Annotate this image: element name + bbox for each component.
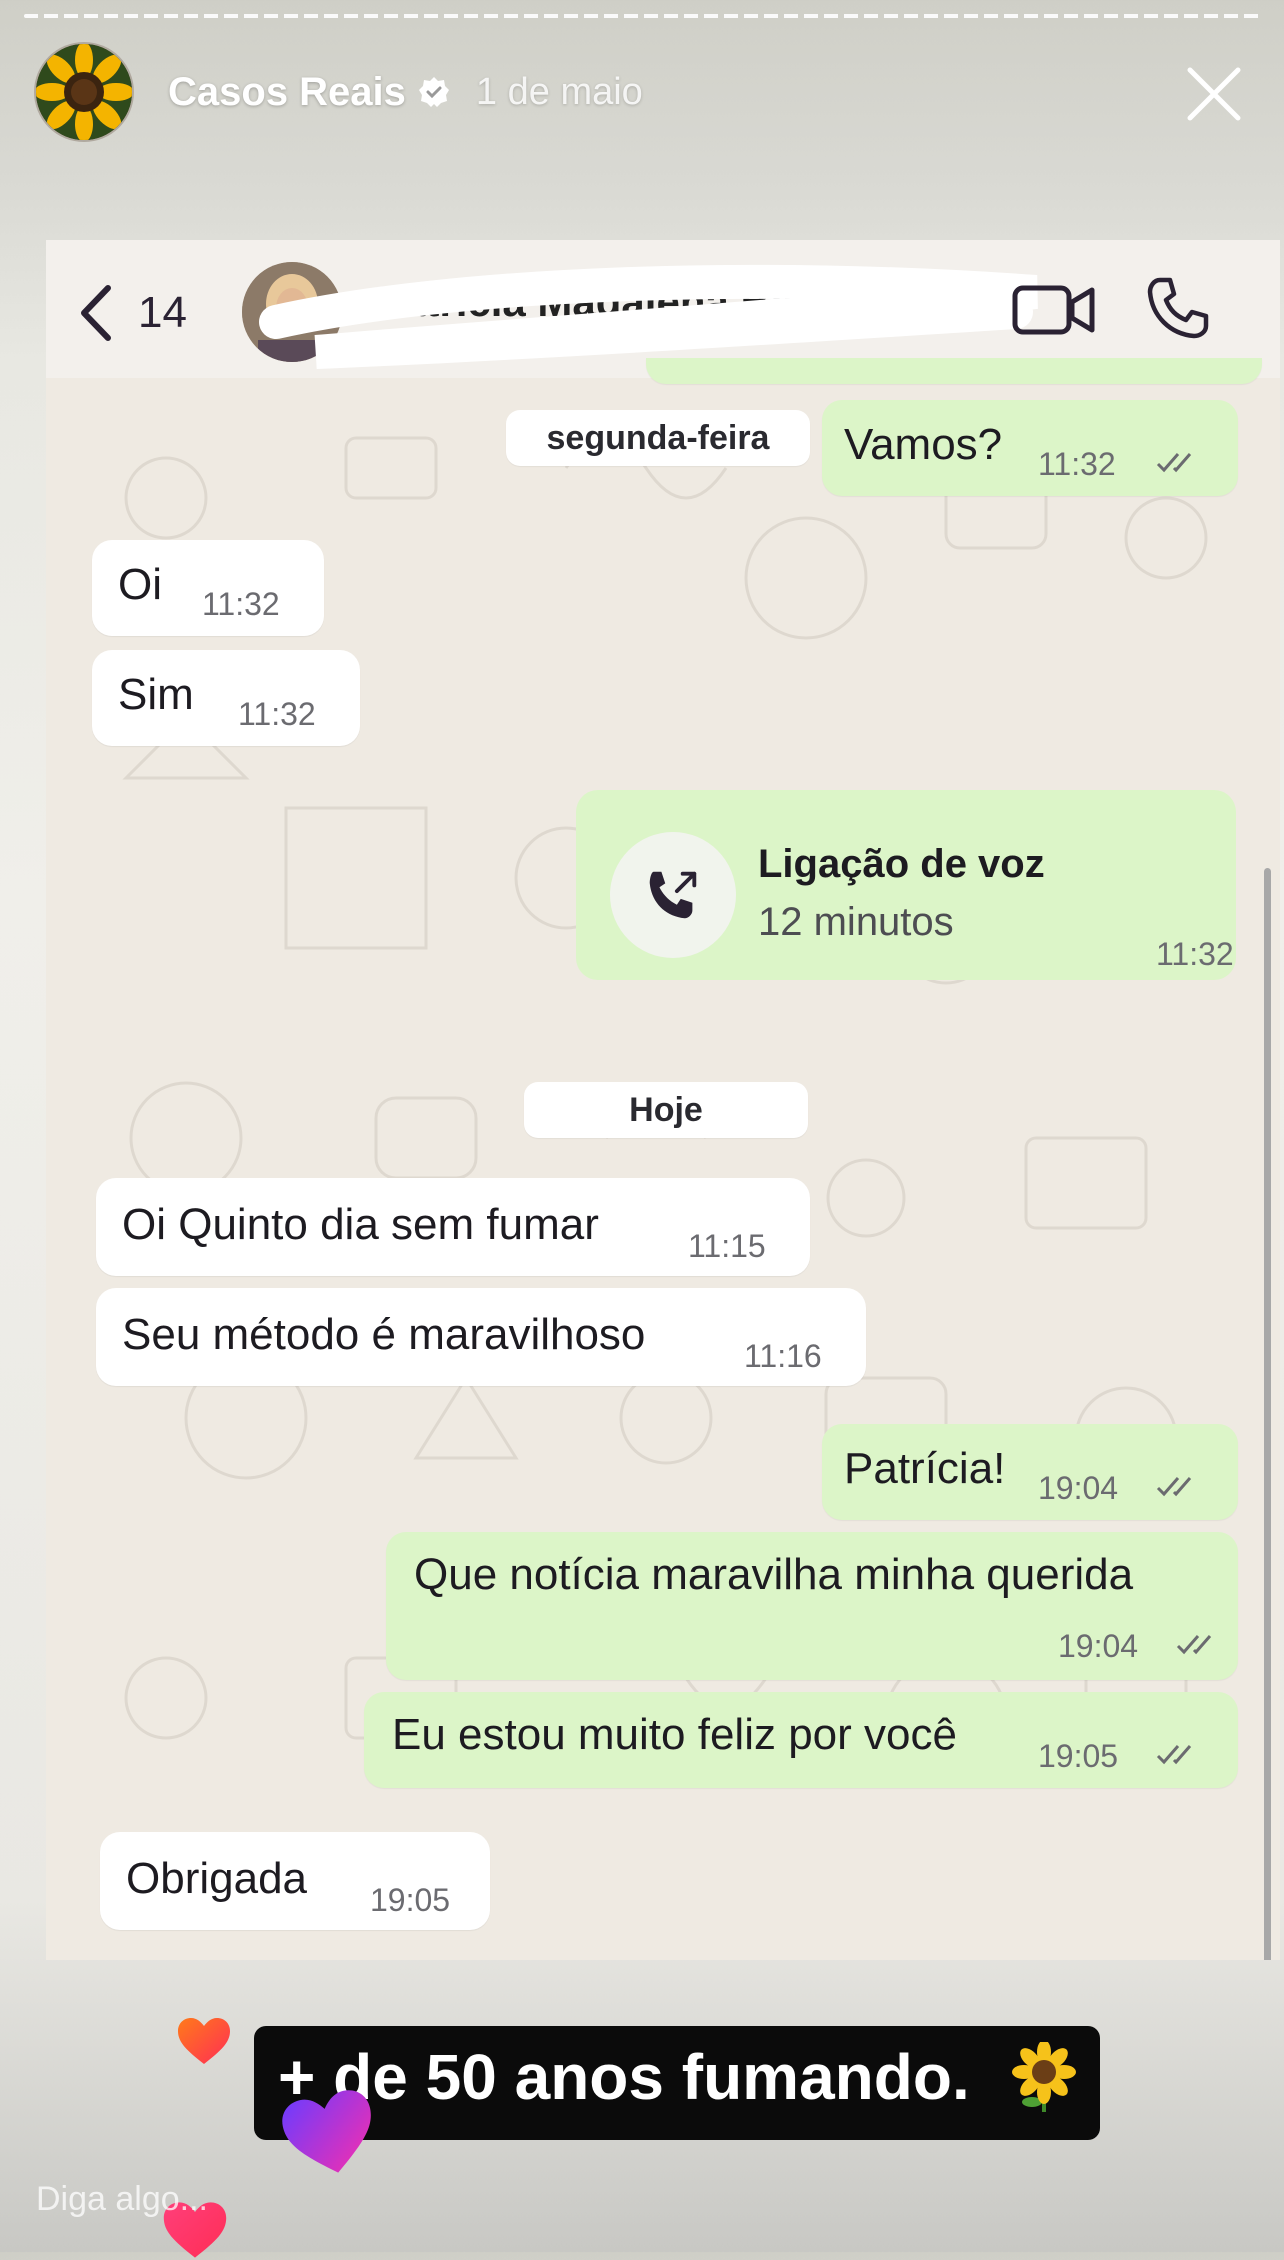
message-text: Oi: [118, 560, 162, 609]
account-name[interactable]: Casos Reais: [168, 70, 406, 115]
video-call-icon[interactable]: [1012, 280, 1096, 340]
message-text: Sim: [118, 670, 194, 719]
reply-input[interactable]: Diga algo...: [36, 2180, 208, 2219]
redaction-scribble: [259, 265, 1038, 369]
message-bubble-outgoing[interactable]: Eu estou muito feliz por você 19:05: [364, 1692, 1238, 1788]
story-progress-bar: [24, 14, 1260, 18]
story-header: Casos Reais 1 de maio: [34, 42, 1250, 142]
message-text: Oi Quinto dia sem fumar: [122, 1200, 599, 1249]
message-bubble-outgoing[interactable]: Vamos? 11:32: [822, 400, 1238, 496]
message-text: Seu método é maravilhoso: [122, 1310, 646, 1359]
message-time: 19:05: [1038, 1738, 1119, 1774]
heart-icon: [282, 2090, 371, 2173]
story-date: 1 de maio: [475, 70, 643, 113]
message-bubble-incoming[interactable]: Obrigada 19:05: [100, 1832, 490, 1930]
heart-icon: [178, 2018, 230, 2064]
message-bubble-incoming[interactable]: Sim 11:32: [92, 650, 360, 746]
message-bubble-outgoing[interactable]: Patrícia! 19:04: [822, 1424, 1238, 1520]
phone-icon[interactable]: [1146, 276, 1210, 340]
outgoing-call-icon: [649, 871, 697, 919]
message-text: Patrícia!: [844, 1444, 1006, 1493]
double-check-icon: [1156, 1477, 1192, 1497]
voice-call-card[interactable]: Ligação de voz 12 minutos 11:32: [576, 790, 1236, 980]
message-text: Que notícia maravilha minha querida: [414, 1550, 1134, 1599]
close-icon[interactable]: [1182, 62, 1246, 126]
sunflower-icon: [36, 44, 132, 140]
call-duration: 12 minutos: [758, 900, 954, 944]
call-title: Ligação de voz: [758, 842, 1045, 886]
message-text: Obrigada: [126, 1854, 308, 1903]
message-time: 19:04: [1038, 1470, 1119, 1506]
call-time: 11:32: [1156, 936, 1234, 972]
chat-screenshot: 14 Patrícia Madalena Barros... segunda-f…: [46, 240, 1280, 1960]
message-bubble-incoming[interactable]: Seu método é maravilhoso 11:16: [96, 1288, 866, 1386]
message-time: 19:05: [370, 1882, 451, 1918]
message-time: 11:32: [1038, 446, 1116, 482]
date-separator: Hoje: [524, 1082, 808, 1138]
double-check-icon: [1176, 1635, 1212, 1655]
message-bubble-outgoing[interactable]: Que notícia maravilha minha querida 19:0…: [386, 1532, 1238, 1680]
verified-badge-icon: [418, 77, 449, 107]
message-time: 11:32: [238, 696, 316, 732]
call-icon-circle: [610, 832, 736, 958]
cropped-message-bubble: [646, 358, 1262, 384]
unread-count[interactable]: 14: [138, 288, 187, 338]
account-avatar[interactable]: [34, 42, 134, 142]
message-time: 11:15: [688, 1228, 766, 1264]
message-bubble-incoming[interactable]: Oi 11:32: [92, 540, 324, 636]
message-time: 19:04: [1058, 1628, 1139, 1664]
chat-scrollbar[interactable]: [1264, 868, 1271, 1960]
double-check-icon: [1156, 1745, 1192, 1765]
message-time: 11:32: [202, 586, 280, 622]
sunflower-icon: [1012, 2042, 1076, 2112]
chevron-left-icon[interactable]: [76, 282, 116, 344]
message-text: Vamos?: [844, 420, 1003, 469]
date-separator: segunda-feira: [506, 410, 810, 466]
message-bubble-incoming[interactable]: Oi Quinto dia sem fumar 11:15: [96, 1178, 810, 1276]
caption-text: + de 50 anos fumando.: [278, 2041, 970, 2113]
message-text: Eu estou muito feliz por você: [392, 1710, 957, 1759]
double-check-icon: [1156, 453, 1192, 473]
story-caption: + de 50 anos fumando.: [254, 2026, 1100, 2140]
message-time: 11:16: [744, 1338, 822, 1374]
